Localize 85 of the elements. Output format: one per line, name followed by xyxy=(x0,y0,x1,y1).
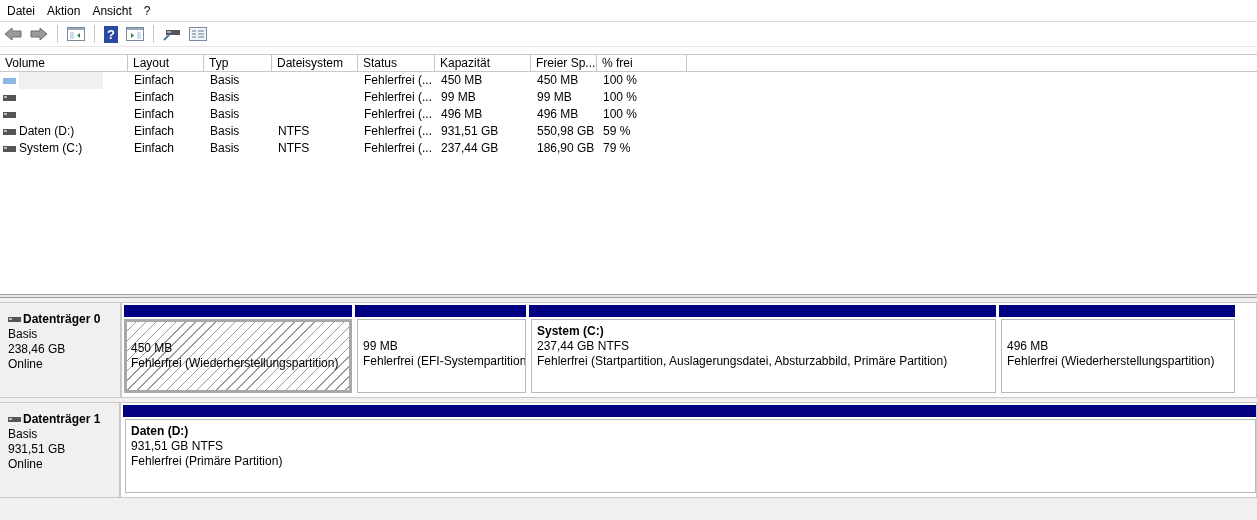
table-cell: Fehlerfrei (... xyxy=(364,89,432,106)
partition-block[interactable]: 496 MB Fehlerfrei (Wiederherstellungspartition) xyxy=(999,305,1235,393)
partition-size: 450 MB xyxy=(131,341,174,356)
column-header[interactable]: % frei xyxy=(597,55,687,72)
table-cell: NTFS xyxy=(278,140,310,157)
table-cell: 100 % xyxy=(603,106,638,123)
partition-block[interactable]: Daten (D:) 931,51 GB NTFS Fehlerfrei (Primäre Partition) xyxy=(123,405,1256,493)
table-cell: Basis xyxy=(210,123,240,140)
partition-block[interactable]: System (C:) 237,44 GB NTFS Fehlerfrei (Startpartition, Auslagerungsdatei, Absturzabbild, Primäre Partition) xyxy=(529,305,996,393)
table-cell: Fehlerfrei (... xyxy=(364,72,432,89)
table-cell: 79 % xyxy=(603,140,631,157)
drive-icon xyxy=(3,145,16,152)
table-cell: 99 MB xyxy=(441,89,476,106)
table-cell: Einfach xyxy=(134,72,175,89)
partition-size: 496 MB xyxy=(1007,339,1050,354)
table-cell: NTFS xyxy=(278,123,310,140)
disk-detail: Online xyxy=(8,357,44,372)
table-cell: 931,51 GB xyxy=(441,123,499,140)
column-header[interactable]: Layout xyxy=(128,55,204,72)
drive-icon[interactable] xyxy=(161,27,183,41)
table-cell: Einfach xyxy=(134,106,175,123)
panel-window-icon[interactable] xyxy=(65,27,87,41)
disk-detail: 238,46 GB xyxy=(8,342,67,357)
table-cell: 100 % xyxy=(603,89,638,106)
column-header[interactable]: Typ xyxy=(204,55,272,72)
column-header[interactable]: Status xyxy=(358,55,435,72)
disk-name: Datenträger 1 xyxy=(23,412,101,427)
table-cell: System (C:) xyxy=(19,140,83,157)
partition-size: 99 MB xyxy=(363,339,399,354)
menu-item[interactable]: ? xyxy=(137,0,157,21)
partition-name: Daten (D:) xyxy=(131,424,190,439)
column-header[interactable]: Kapazität xyxy=(435,55,531,72)
partition-size: 931,51 GB NTFS xyxy=(131,439,225,454)
partition-status: Fehlerfrei (Primäre Partition) xyxy=(131,454,284,469)
table-cell: Basis xyxy=(210,72,240,89)
back-arrow-icon[interactable] xyxy=(2,27,24,41)
table-cell: Fehlerfrei (... xyxy=(364,123,432,140)
table-cell: Fehlerfrei (... xyxy=(364,140,432,157)
table-cell: Einfach xyxy=(134,89,175,106)
disk-detail: Basis xyxy=(8,427,39,442)
disk-name: Datenträger 0 xyxy=(23,312,101,327)
table-cell: Daten (D:) xyxy=(19,123,75,140)
drive-icon xyxy=(8,317,21,322)
menu-item[interactable]: Datei xyxy=(1,0,41,21)
drive-icon xyxy=(8,417,21,422)
disk-detail: Basis xyxy=(8,327,39,342)
help-icon[interactable]: ? xyxy=(104,25,118,43)
partition-status: Fehlerfrei (Wiederherstellungspartition) xyxy=(1007,354,1216,369)
partition-status: Fehlerfrei (Startpartition, Auslagerungsdatei, Absturzabbild, Primäre Partition) xyxy=(537,354,949,369)
table-cell: 496 MB xyxy=(537,106,579,123)
table-cell: 450 MB xyxy=(441,72,483,89)
striped-volume-icon xyxy=(3,77,16,84)
table-cell: 59 % xyxy=(603,123,631,140)
column-header[interactable]: Dateisystem xyxy=(272,55,358,72)
table-cell: Einfach xyxy=(134,123,175,140)
table-cell: 100 % xyxy=(603,72,638,89)
menu-item[interactable]: Ansicht xyxy=(86,0,138,21)
table-cell: 99 MB xyxy=(537,89,572,106)
table-cell: Basis xyxy=(210,106,240,123)
drive-icon xyxy=(3,94,16,101)
partition-name: System (C:) xyxy=(537,324,605,339)
table-cell: 450 MB xyxy=(537,72,579,89)
panel-window-icon[interactable] xyxy=(124,27,146,41)
disk-info-panel[interactable]: Datenträger 1 Basis 931,51 GB Online xyxy=(0,402,120,498)
partition-size: 237,44 GB NTFS xyxy=(537,339,631,354)
list-window-icon[interactable] xyxy=(187,27,209,41)
disk-detail: 931,51 GB xyxy=(8,442,67,457)
forward-arrow-icon[interactable] xyxy=(28,27,50,41)
table-cell: Basis xyxy=(210,140,240,157)
table-cell: Fehlerfrei (... xyxy=(364,106,432,123)
drive-icon xyxy=(3,111,16,118)
table-cell: 550,98 GB xyxy=(537,123,595,140)
column-header[interactable]: Freier Sp... xyxy=(531,55,597,72)
table-cell: 237,44 GB xyxy=(441,140,499,157)
menu-item[interactable]: Aktion xyxy=(41,0,87,21)
partition-block[interactable]: 99 MB Fehlerfrei (EFI-Systempartition xyxy=(355,305,526,393)
drive-icon xyxy=(3,128,16,135)
partition-status: Fehlerfrei (Wiederherstellungspartition) xyxy=(131,356,340,371)
table-cell: 186,90 GB xyxy=(537,140,595,157)
partition-block[interactable]: 450 MB Fehlerfrei (Wiederherstellungspartition) xyxy=(124,305,352,393)
table-cell: Basis xyxy=(210,89,240,106)
disk-info-panel[interactable]: Datenträger 0 Basis 238,46 GB Online xyxy=(0,302,121,398)
table-cell: 496 MB xyxy=(441,106,483,123)
disk-detail: Online xyxy=(8,457,44,472)
table-cell: Einfach xyxy=(134,140,175,157)
